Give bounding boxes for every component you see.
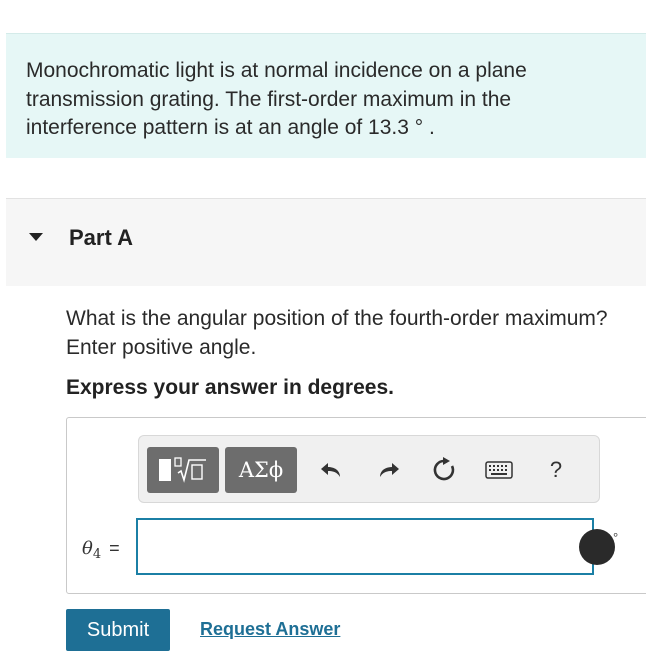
help-button[interactable]: ? — [541, 455, 571, 485]
question-text: What is the angular position of the four… — [66, 307, 608, 359]
unit-label: ° — [613, 530, 619, 545]
radical-template-icon — [173, 456, 208, 484]
equals-sign: = — [109, 538, 120, 558]
undo-icon[interactable] — [316, 455, 346, 485]
cursor-dot-icon — [579, 529, 615, 565]
answer-instruction: Express your answer in degrees. — [66, 376, 394, 399]
part-a-header[interactable]: Part A — [6, 198, 646, 286]
keyboard-icon[interactable] — [484, 455, 514, 485]
math-toolbar: ΑΣϕ ? — [138, 435, 600, 503]
redo-icon[interactable] — [374, 455, 404, 485]
answer-box: ΑΣϕ ? θ4 = ° — [66, 417, 646, 594]
variable-symbol: θ — [82, 538, 93, 559]
variable-label: θ4 = — [82, 538, 120, 562]
greek-symbols-button[interactable]: ΑΣϕ — [225, 447, 297, 493]
part-title: Part A — [69, 225, 133, 250]
variable-subscript: 4 — [92, 547, 102, 562]
submit-button[interactable]: Submit — [66, 609, 170, 651]
reset-icon[interactable] — [429, 455, 459, 485]
problem-text: Monochromatic light is at normal inciden… — [26, 59, 527, 139]
answer-input[interactable] — [136, 518, 594, 575]
templates-button[interactable] — [147, 447, 219, 493]
problem-statement: Monochromatic light is at normal inciden… — [6, 33, 646, 158]
collapse-caret-icon[interactable] — [29, 233, 43, 241]
request-answer-link[interactable]: Request Answer — [200, 619, 340, 640]
template-block-icon — [158, 459, 171, 481]
